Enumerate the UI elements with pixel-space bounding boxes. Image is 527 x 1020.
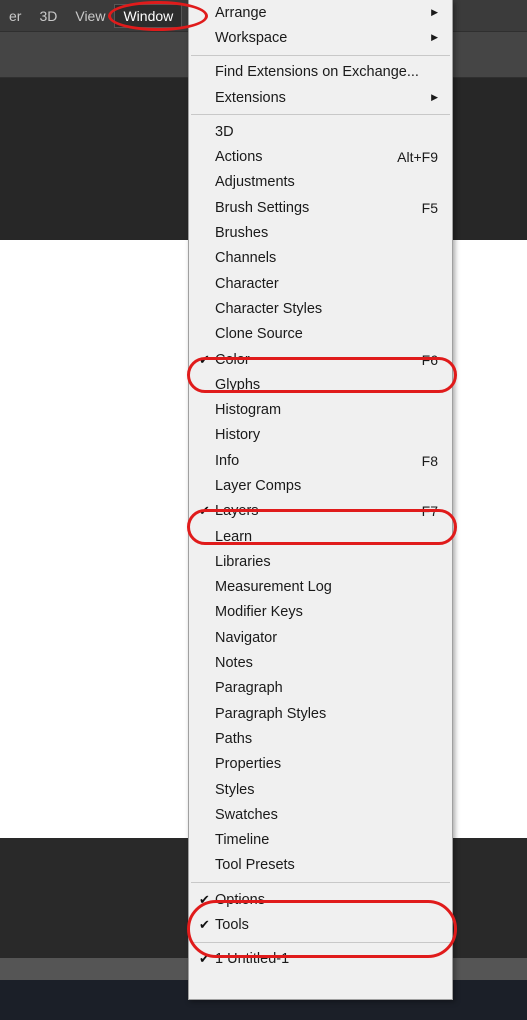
menu-item-channels[interactable]: Channels (189, 246, 452, 271)
menu-item-character-styles[interactable]: Character Styles (189, 296, 452, 321)
menu-item-extensions[interactable]: Extensions ▶ (189, 85, 452, 110)
menu-item-label: Tool Presets (215, 857, 295, 874)
menu-item-label: Glyphs (215, 376, 261, 393)
menu-item-label: Info (215, 452, 240, 469)
menu-item-swatches[interactable]: Swatches (189, 802, 452, 827)
menu-item-modifier-keys[interactable]: Modifier Keys (189, 600, 452, 625)
menu-item-history[interactable]: History (189, 423, 452, 448)
menu-item-notes[interactable]: Notes (189, 650, 452, 675)
menu-item-adjustments[interactable]: Adjustments (189, 170, 452, 195)
submenu-arrow-icon: ▶ (431, 32, 438, 43)
menu-item-learn[interactable]: Learn (189, 524, 452, 549)
menu-item-timeline[interactable]: Timeline (189, 828, 452, 853)
menu-item-3d[interactable]: 3D (189, 119, 452, 144)
menu-item-label: Learn (215, 528, 253, 545)
menu-item-shortcut: F8 (421, 452, 438, 469)
menu-item-actions[interactable]: Actions Alt+F9 (189, 144, 452, 169)
menu-item-label: Character (215, 275, 279, 292)
menu-separator (191, 941, 450, 943)
menu-item-navigator[interactable]: Navigator (189, 625, 452, 650)
menu-item-label: History (215, 427, 261, 444)
menu-item-label: Libraries (215, 553, 271, 570)
menu-item-workspace[interactable]: Workspace ▶ (189, 25, 452, 50)
menu-item-label: Styles (215, 781, 255, 798)
menu-item-label: Paths (215, 730, 253, 747)
menu-separator (191, 882, 450, 884)
menu-separator (191, 114, 450, 116)
check-icon: ✔ (199, 503, 210, 519)
menu-item-clone-source[interactable]: Clone Source (189, 322, 452, 347)
menu-bar-item-er[interactable]: er (0, 4, 30, 28)
menu-item-label: Tools (215, 917, 249, 934)
check-icon: ✔ (199, 351, 210, 367)
menu-item-layers[interactable]: ✔ Layers F7 (189, 499, 452, 524)
menu-separator (191, 54, 450, 56)
menu-item-label: Character Styles (215, 300, 323, 317)
submenu-arrow-icon: ▶ (431, 92, 438, 103)
menu-item-paragraph[interactable]: Paragraph (189, 676, 452, 701)
menu-item-label: Measurement Log (215, 579, 332, 596)
menu-item-label: Notes (215, 655, 253, 672)
menu-item-tool-presets[interactable]: Tool Presets (189, 853, 452, 878)
menu-item-properties[interactable]: Properties (189, 752, 452, 777)
check-icon: ✔ (199, 951, 210, 967)
menu-item-tools[interactable]: ✔ Tools (189, 912, 452, 937)
menu-item-label: Layers (215, 503, 259, 520)
menu-item-label: Channels (215, 250, 277, 267)
menu-item-label: Timeline (215, 832, 270, 849)
menu-item-label: Paragraph Styles (215, 705, 327, 722)
menu-item-label: Find Extensions on Exchange... (215, 64, 419, 81)
menu-item-label: 1 Untitled-1 (215, 951, 290, 968)
menu-bar-item-window[interactable]: Window (114, 3, 183, 28)
submenu-arrow-icon: ▶ (431, 7, 438, 18)
menu-item-label: Color (215, 351, 250, 368)
menu-item-label: Brush Settings (215, 199, 310, 216)
menu-item-label: Workspace (215, 29, 288, 46)
menu-item-shortcut: Alt+F9 (397, 149, 438, 166)
menu-item-label: Brushes (215, 225, 269, 242)
menu-item-label: Clone Source (215, 326, 303, 343)
menu-item-arrange[interactable]: Arrange ▶ (189, 0, 452, 25)
menu-bar-item-3d[interactable]: 3D (30, 4, 66, 28)
menu-item-label: Swatches (215, 806, 278, 823)
menu-item-histogram[interactable]: Histogram (189, 397, 452, 422)
menu-item-find-extensions-on-exchange[interactable]: Find Extensions on Exchange... (189, 60, 452, 85)
menu-item-1-untitled-1[interactable]: ✔ 1 Untitled-1 (189, 947, 452, 972)
check-icon: ✔ (199, 891, 210, 907)
menu-item-layer-comps[interactable]: Layer Comps (189, 473, 452, 498)
menu-item-label: 3D (215, 123, 234, 140)
window-dropdown-menu[interactable]: Arrange ▶ Workspace ▶ Find Extensions on Exc… (188, 0, 453, 1000)
menu-item-color[interactable]: ✔ Color F6 (189, 347, 452, 372)
menu-bar-item-view[interactable]: View (66, 4, 114, 28)
menu-bar-items: er 3D View Window (0, 0, 183, 31)
menu-item-label: Modifier Keys (215, 604, 303, 621)
menu-item-brush-settings[interactable]: Brush Settings F5 (189, 195, 452, 220)
menu-item-label: Extensions (215, 89, 286, 106)
menu-item-brushes[interactable]: Brushes (189, 220, 452, 245)
menu-item-paragraph-styles[interactable]: Paragraph Styles (189, 701, 452, 726)
menu-item-info[interactable]: Info F8 (189, 448, 452, 473)
menu-item-paths[interactable]: Paths (189, 726, 452, 751)
menu-item-label: Adjustments (215, 174, 295, 191)
menu-item-character[interactable]: Character (189, 271, 452, 296)
menu-item-label: Actions (215, 149, 263, 166)
menu-item-shortcut: F7 (421, 503, 438, 520)
menu-item-label: Options (215, 891, 265, 908)
menu-item-label: Paragraph (215, 680, 283, 697)
menu-item-shortcut: F6 (421, 351, 438, 368)
menu-item-options[interactable]: ✔ Options (189, 887, 452, 912)
check-icon: ✔ (199, 917, 210, 933)
menu-item-measurement-log[interactable]: Measurement Log (189, 575, 452, 600)
menu-item-label: Arrange (215, 4, 267, 21)
menu-item-shortcut: F5 (421, 199, 438, 216)
menu-item-libraries[interactable]: Libraries (189, 549, 452, 574)
menu-item-label: Properties (215, 756, 282, 773)
menu-item-label: Navigator (215, 629, 278, 646)
menu-item-label: Histogram (215, 402, 282, 419)
menu-item-glyphs[interactable]: Glyphs (189, 372, 452, 397)
menu-item-styles[interactable]: Styles (189, 777, 452, 802)
menu-item-label: Layer Comps (215, 477, 302, 494)
